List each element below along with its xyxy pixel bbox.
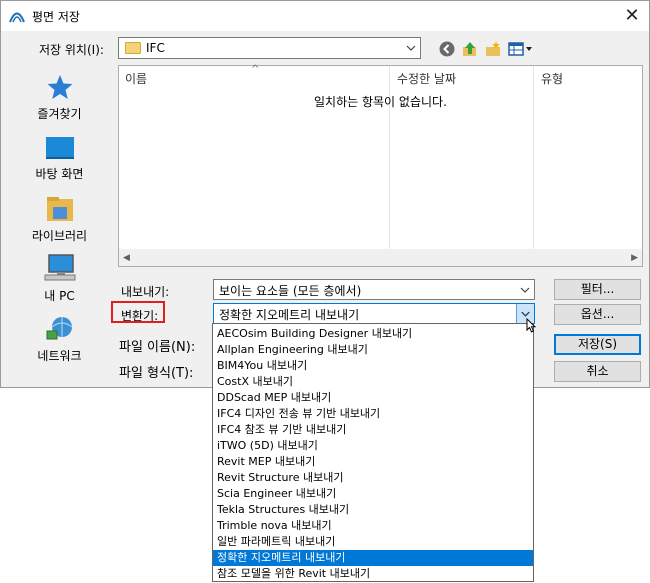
dropdown-item[interactable]: IFC4 디자인 전송 뷰 기반 내보내기: [213, 406, 533, 422]
archicad-logo-icon: [9, 12, 25, 23]
desktop-icon: [45, 137, 74, 159]
export-value: 보이는 요소들 (모든 층에서): [219, 284, 362, 298]
scroll-left-icon[interactable]: ◀: [123, 253, 130, 263]
library-icon: [46, 197, 73, 221]
scroll-right-icon[interactable]: ▶: [631, 253, 638, 263]
file-list[interactable]: ^ 이름 수정한 날짜 유형 일치하는 항목이 없습니다. ◀ ▶: [118, 64, 643, 267]
dropdown-item[interactable]: 정확한 지오메트리 내보내기: [213, 550, 533, 566]
chevron-down-icon: [406, 45, 416, 51]
place-label: 네트워크: [37, 349, 82, 363]
dropdown-item[interactable]: Scia Engineer 내보내기: [213, 486, 533, 502]
place-network[interactable]: 네트워크: [13, 315, 106, 364]
cancel-button[interactable]: 취소: [554, 361, 641, 382]
save-location-label: 저장 위치(I):: [39, 43, 104, 57]
filetype-label: 파일 형식(T):: [119, 366, 194, 381]
translator-highlight-box: [111, 301, 165, 323]
place-label: 라이브러리: [31, 229, 88, 243]
places-bar: 즐겨찾기 바탕 화면 라이브러리 내 PC 네트워크: [13, 65, 106, 375]
place-libraries[interactable]: 라이브러리: [13, 195, 106, 244]
save-location-value: IFC: [146, 41, 165, 55]
place-desktop[interactable]: 바탕 화면: [13, 135, 106, 182]
column-header-name[interactable]: 이름: [119, 66, 389, 88]
mouse-cursor-icon: [526, 317, 537, 333]
column-header-date-modified[interactable]: 수정한 날짜: [391, 66, 533, 88]
dropdown-item[interactable]: Allplan Engineering 내보내기: [213, 342, 533, 358]
chevron-down-icon: [520, 287, 530, 293]
network-icon: [46, 317, 72, 340]
save-button[interactable]: 저장(S): [554, 334, 641, 355]
place-label: 즐겨찾기: [37, 107, 82, 121]
filename-label: 파일 이름(N):: [119, 340, 196, 355]
column-separator: [533, 66, 534, 250]
dropdown-item[interactable]: BIM4You 내보내기: [213, 358, 533, 374]
empty-list-message: 일치하는 항목이 없습니다.: [314, 95, 447, 109]
translator-value: 정확한 지오메트리 내보내기: [219, 308, 360, 322]
place-label: 바탕 화면: [35, 167, 84, 181]
place-label: 내 PC: [44, 289, 75, 303]
filter-button[interactable]: 필터...: [554, 279, 641, 300]
dropdown-item[interactable]: Revit MEP 내보내기: [213, 454, 533, 470]
horizontal-scrollbar[interactable]: ◀ ▶: [119, 249, 642, 266]
translator-dropdown-list[interactable]: AECOsim Building Designer 내보내기 Allplan En…: [212, 323, 534, 582]
window-title: 평면 저장: [32, 10, 80, 24]
translator-combo[interactable]: 정확한 지오메트리 내보내기: [213, 303, 535, 324]
view-menu-icon[interactable]: [508, 40, 534, 58]
column-header-type[interactable]: 유형: [535, 66, 635, 88]
dropdown-item[interactable]: CostX 내보내기: [213, 374, 533, 390]
export-label: 내보내기:: [121, 285, 170, 299]
place-favorites[interactable]: 즐겨찾기: [13, 73, 106, 122]
place-this-pc[interactable]: 내 PC: [13, 253, 106, 304]
computer-icon: [44, 254, 75, 281]
dropdown-item[interactable]: DDScad MEP 내보내기: [213, 390, 533, 406]
dropdown-item[interactable]: Trimble nova 내보내기: [213, 518, 533, 534]
dropdown-item[interactable]: 참조 모델을 위한 Revit 내보내기: [213, 566, 533, 582]
save-location-combo[interactable]: IFC: [118, 37, 421, 59]
dropdown-item[interactable]: iTWO (5D) 내보내기: [213, 438, 533, 454]
dropdown-item[interactable]: 일반 파라메트릭 내보내기: [213, 534, 533, 550]
export-combo[interactable]: 보이는 요소들 (모든 층에서): [213, 279, 535, 300]
dropdown-item[interactable]: AECOsim Building Designer 내보내기: [213, 326, 533, 342]
star-icon: [47, 75, 72, 99]
dropdown-item[interactable]: Tekla Structures 내보내기: [213, 502, 533, 518]
folder-icon: [125, 42, 141, 54]
options-button[interactable]: 옵션...: [554, 304, 641, 325]
title-bar: 평면 저장 ✕: [1, 1, 649, 31]
close-button[interactable]: ✕: [621, 5, 643, 27]
dropdown-item[interactable]: IFC4 참조 뷰 기반 내보내기: [213, 422, 533, 438]
dropdown-item[interactable]: Revit Structure 내보내기: [213, 470, 533, 486]
back-icon[interactable]: [438, 40, 456, 58]
new-folder-icon[interactable]: [484, 40, 502, 58]
up-folder-icon[interactable]: [461, 40, 479, 58]
